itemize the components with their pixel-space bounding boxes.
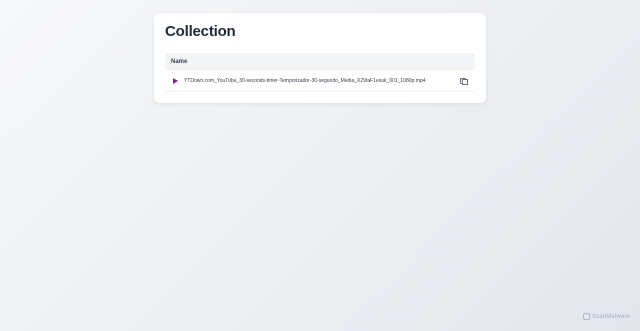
brand-name: ScanMalware xyxy=(591,313,630,320)
page-title: Collection xyxy=(165,23,236,40)
collection-card: Collection Name YTDown.com_YouTube_30-se… xyxy=(154,13,486,103)
table-header: Name xyxy=(165,53,475,70)
play-icon[interactable] xyxy=(173,77,178,84)
files-table: Name YTDown.com_YouTube_30-seconds-timer… xyxy=(165,53,475,92)
brand-watermark: ScanMalware xyxy=(582,313,630,320)
table-row[interactable]: YTDown.com_YouTube_30-seconds-timer-Temp… xyxy=(165,70,475,92)
file-name-link[interactable]: YTDown.com_YouTube_30-seconds-timer-Temp… xyxy=(184,78,459,84)
column-header-name: Name xyxy=(171,58,188,65)
scanmalware-logo-icon xyxy=(582,313,590,320)
copy-icon[interactable] xyxy=(459,77,468,85)
